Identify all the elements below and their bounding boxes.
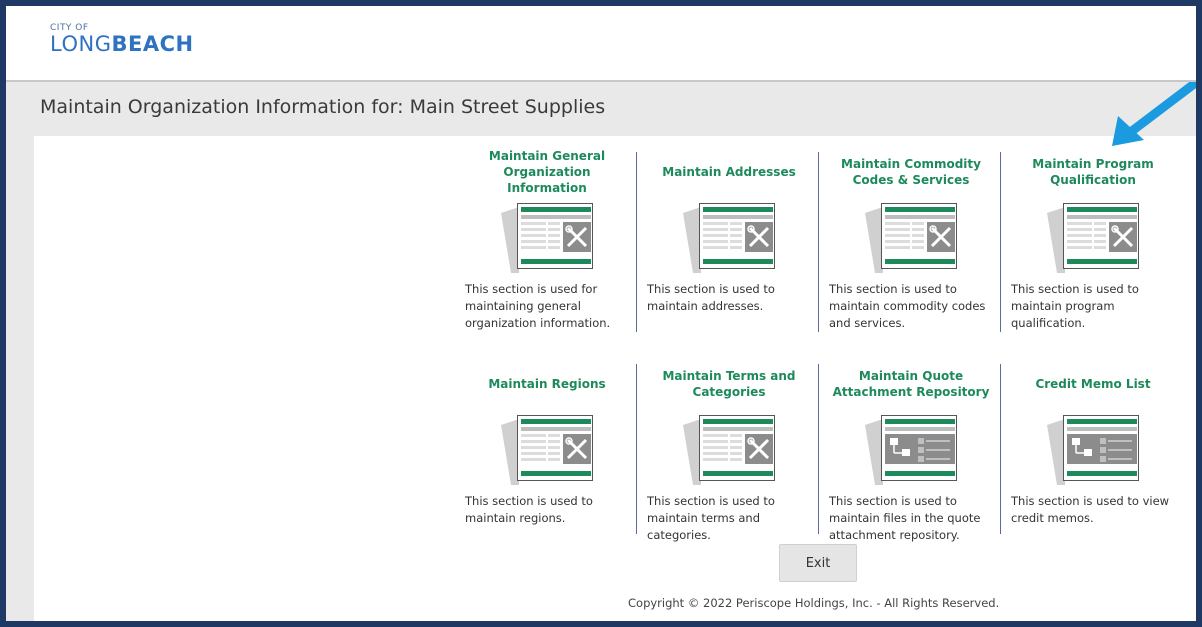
document-icon	[1063, 415, 1139, 481]
tools-icon	[703, 419, 773, 476]
header: CITY OF LONGBEACH	[6, 6, 1196, 82]
section-description: This section is used to maintain program…	[1011, 282, 1139, 330]
callout-arrow-icon	[1112, 82, 1196, 146]
section-tile: Maintain Commodity Codes & Services This …	[822, 144, 1000, 334]
section-link[interactable]: Maintain Commodity Codes & Services	[822, 144, 1000, 199]
tools-icon	[1067, 207, 1137, 264]
tools-icon	[521, 207, 591, 264]
logo-name: LONGBEACH	[50, 34, 194, 55]
document-icon	[1063, 203, 1139, 269]
document-icon	[881, 415, 957, 481]
section-description: This section is used to maintain commodi…	[829, 282, 986, 330]
section-link[interactable]: Maintain General Organization Informatio…	[458, 144, 636, 199]
section-link[interactable]: Maintain Addresses	[640, 144, 818, 199]
section-tile: Maintain Program Qualification This secti…	[1004, 144, 1182, 334]
tools-icon	[885, 207, 955, 264]
section-link[interactable]: Maintain Terms and Categories	[640, 356, 818, 411]
section-description: This section is used for maintaining gen…	[465, 282, 611, 330]
section-link[interactable]: Maintain Quote Attachment Repository	[822, 356, 1000, 411]
tools-icon	[703, 207, 773, 264]
section-icon-button[interactable]	[1045, 203, 1141, 273]
section-icon-button[interactable]	[863, 415, 959, 485]
column-divider	[636, 152, 637, 332]
section-tile: Maintain Terms and Categories This sectio…	[640, 356, 818, 546]
section-description: This section is used to maintain regions…	[465, 494, 593, 525]
section-tile: Maintain Quote Attachment Repository This…	[822, 356, 1000, 546]
document-icon	[517, 415, 593, 481]
section-description: This section is used to view credit memo…	[1011, 494, 1170, 525]
document-icon	[881, 203, 957, 269]
section-link[interactable]: Maintain Program Qualification	[1004, 144, 1182, 199]
city-logo[interactable]: CITY OF LONGBEACH	[50, 24, 194, 55]
section-icon-button[interactable]	[499, 203, 595, 273]
content-panel: Maintain General Organization Informatio…	[34, 136, 1196, 621]
logo-name-light: LONG	[50, 32, 112, 56]
app-frame: CITY OF LONGBEACH Maintain Organization …	[6, 6, 1196, 621]
hierarchy-icon	[1067, 419, 1137, 476]
logo-name-bold: BEACH	[111, 32, 194, 56]
column-divider	[636, 364, 637, 534]
section-description: This section is used to maintain address…	[647, 282, 775, 313]
document-icon	[517, 203, 593, 269]
document-icon	[699, 415, 775, 481]
section-tile: Maintain Addresses This section is used t…	[640, 144, 818, 334]
column-divider	[818, 152, 819, 332]
column-divider	[1000, 364, 1001, 534]
section-icon-button[interactable]	[1045, 415, 1141, 485]
section-icon-button[interactable]	[681, 415, 777, 485]
copyright-text: Copyright © 2022 Periscope Holdings, Inc…	[628, 596, 1000, 610]
tools-icon	[521, 419, 591, 476]
document-icon	[699, 203, 775, 269]
section-description: This section is used to maintain files i…	[829, 494, 981, 542]
section-icon-button[interactable]	[863, 203, 959, 273]
column-divider	[1000, 152, 1001, 332]
section-tile: Maintain General Organization Informatio…	[458, 144, 636, 334]
section-tile: Maintain Regions This section is used to …	[458, 356, 636, 546]
column-divider	[818, 364, 819, 534]
section-icon-button[interactable]	[681, 203, 777, 273]
section-tile: Credit Memo List This section is used to …	[1004, 356, 1182, 546]
section-link[interactable]: Maintain Regions	[458, 356, 636, 411]
section-icon-button[interactable]	[499, 415, 595, 485]
hierarchy-icon	[885, 419, 955, 476]
page-title: Maintain Organization Information for: M…	[40, 96, 606, 118]
exit-button[interactable]: Exit	[779, 544, 857, 582]
section-link[interactable]: Credit Memo List	[1004, 356, 1182, 411]
section-description: This section is used to maintain terms a…	[647, 494, 775, 542]
